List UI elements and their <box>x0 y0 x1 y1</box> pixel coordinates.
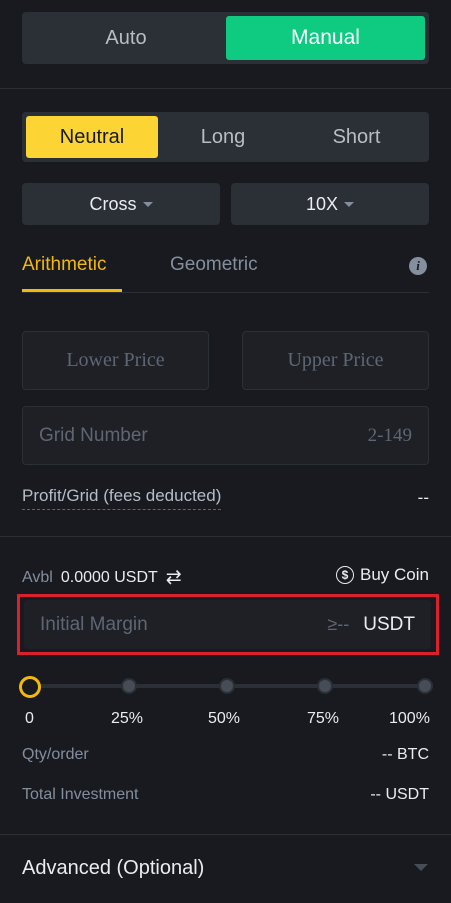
qty-label: Qty/order <box>22 746 89 763</box>
advanced-optional-toggle[interactable]: Advanced (Optional) <box>22 857 204 880</box>
short-button[interactable]: Short <box>288 116 425 158</box>
caret-down-icon <box>142 201 153 207</box>
slider-label-75: 75% <box>307 710 340 727</box>
tabs-divider <box>22 292 429 293</box>
mode-toggle: Auto Manual <box>22 12 429 64</box>
margin-unit: USDT <box>363 613 415 635</box>
leverage-dropdown[interactable]: 10X <box>231 183 429 225</box>
divider <box>0 834 451 835</box>
manual-button[interactable]: Manual <box>226 16 425 60</box>
transfer-icon[interactable]: ⇄ <box>166 566 182 589</box>
buy-coin-link[interactable]: $ Buy Coin <box>336 565 429 585</box>
slider-mark-50[interactable] <box>219 678 235 694</box>
available-balance: Avbl 0.0000 USDT ⇄ <box>22 566 182 589</box>
neutral-button[interactable]: Neutral <box>26 116 158 158</box>
slider-label-50: 50% <box>208 710 241 727</box>
lower-price-input[interactable]: Lower Price <box>22 331 209 390</box>
tab-geometric[interactable]: Geometric <box>170 254 258 276</box>
upper-price-placeholder: Upper Price <box>287 349 384 371</box>
lower-price-placeholder: Lower Price <box>66 349 165 371</box>
avbl-value: 0.0000 USDT <box>60 568 158 586</box>
dollar-coin-icon: $ <box>336 566 355 584</box>
initial-margin-placeholder: Initial Margin <box>40 613 148 635</box>
min-margin: ≥-- <box>327 614 350 634</box>
slider-label-100: 100% <box>389 710 430 727</box>
profit-grid-label[interactable]: Profit/Grid (fees deducted) <box>22 486 222 510</box>
slider-handle[interactable] <box>19 676 41 698</box>
grid-number-placeholder: Grid Number <box>39 424 148 446</box>
caret-down-icon <box>344 201 355 207</box>
divider <box>0 536 451 537</box>
direction-toggle: Neutral Long Short <box>22 112 429 162</box>
grid-number-input[interactable]: Grid Number 2-149 <box>22 406 429 465</box>
grid-range: 2-149 <box>367 424 412 446</box>
slider-label-0: 0 <box>25 710 34 727</box>
total-investment-label: Total Investment <box>22 786 139 803</box>
tab-arithmetic[interactable]: Arithmetic <box>22 254 106 276</box>
upper-price-input[interactable]: Upper Price <box>242 331 429 390</box>
info-icon[interactable]: i <box>409 257 427 275</box>
margin-mode-dropdown[interactable]: Cross <box>22 183 220 225</box>
profit-grid-value: -- <box>417 488 429 507</box>
long-button[interactable]: Long <box>158 116 288 158</box>
auto-button[interactable]: Auto <box>26 16 226 60</box>
slider-mark-100[interactable] <box>417 678 433 694</box>
slider-mark-75[interactable] <box>317 678 333 694</box>
divider <box>0 88 451 89</box>
leverage-value: 10X <box>305 193 339 214</box>
buy-coin-label: Buy Coin <box>360 565 429 584</box>
total-investment-value: -- USDT <box>370 786 429 803</box>
qty-value: -- BTC <box>381 746 429 763</box>
avbl-label: Avbl <box>22 568 53 586</box>
slider-label-25: 25% <box>111 710 144 727</box>
initial-margin-input[interactable]: Initial Margin ≥-- USDT <box>24 600 431 649</box>
slider-mark-25[interactable] <box>121 678 137 694</box>
chevron-down-icon[interactable] <box>414 864 428 871</box>
margin-mode-value: Cross <box>89 193 137 214</box>
